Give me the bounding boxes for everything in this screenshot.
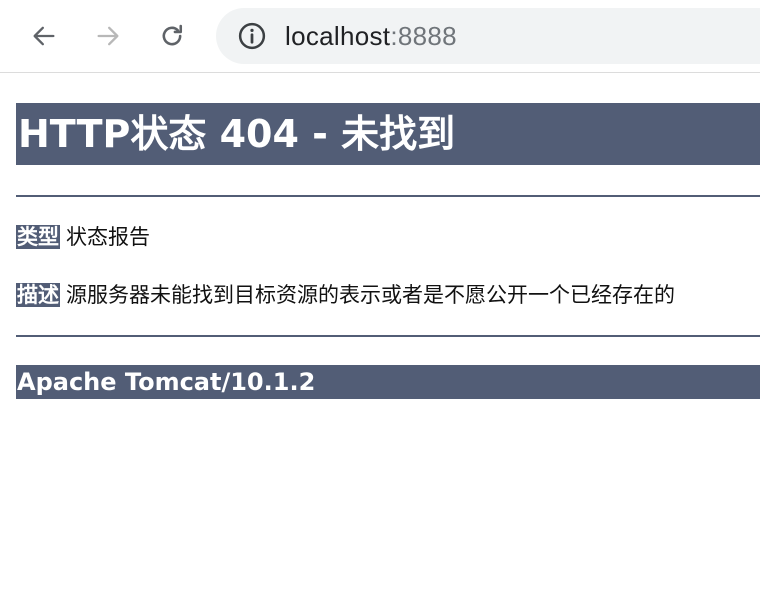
arrow-left-icon <box>33 26 55 46</box>
server-footer: Apache Tomcat/10.1.2 <box>16 365 760 399</box>
arrow-right-icon <box>97 26 119 46</box>
url-port: :8888 <box>390 20 457 51</box>
error-page: HTTP状态 404 - 未找到 类型 状态报告 描述 源服务器未能找到目标资源的表… <box>16 103 760 399</box>
back-button[interactable] <box>24 16 64 56</box>
url-text[interactable]: localhost:8888 <box>285 21 457 52</box>
type-row: 类型 状态报告 <box>16 224 150 250</box>
address-bar[interactable]: localhost:8888 <box>216 8 760 64</box>
description-value: 源服务器未能找到目标资源的表示或者是不愿公开一个已经存在的 <box>66 283 675 307</box>
description-label: 描述 <box>16 283 60 307</box>
type-label: 类型 <box>16 225 60 249</box>
type-value: 状态报告 <box>66 225 150 249</box>
reload-icon <box>162 24 183 46</box>
divider <box>16 195 760 197</box>
divider <box>16 335 760 337</box>
url-host: localhost <box>285 20 391 51</box>
forward-button[interactable] <box>88 16 128 56</box>
browser-toolbar: localhost:8888 <box>0 0 760 73</box>
description-row: 描述 源服务器未能找到目标资源的表示或者是不愿公开一个已经存在的 <box>16 282 675 308</box>
info-icon[interactable] <box>237 21 267 51</box>
reload-button[interactable] <box>152 16 192 56</box>
page-title: HTTP状态 404 - 未找到 <box>16 103 760 165</box>
